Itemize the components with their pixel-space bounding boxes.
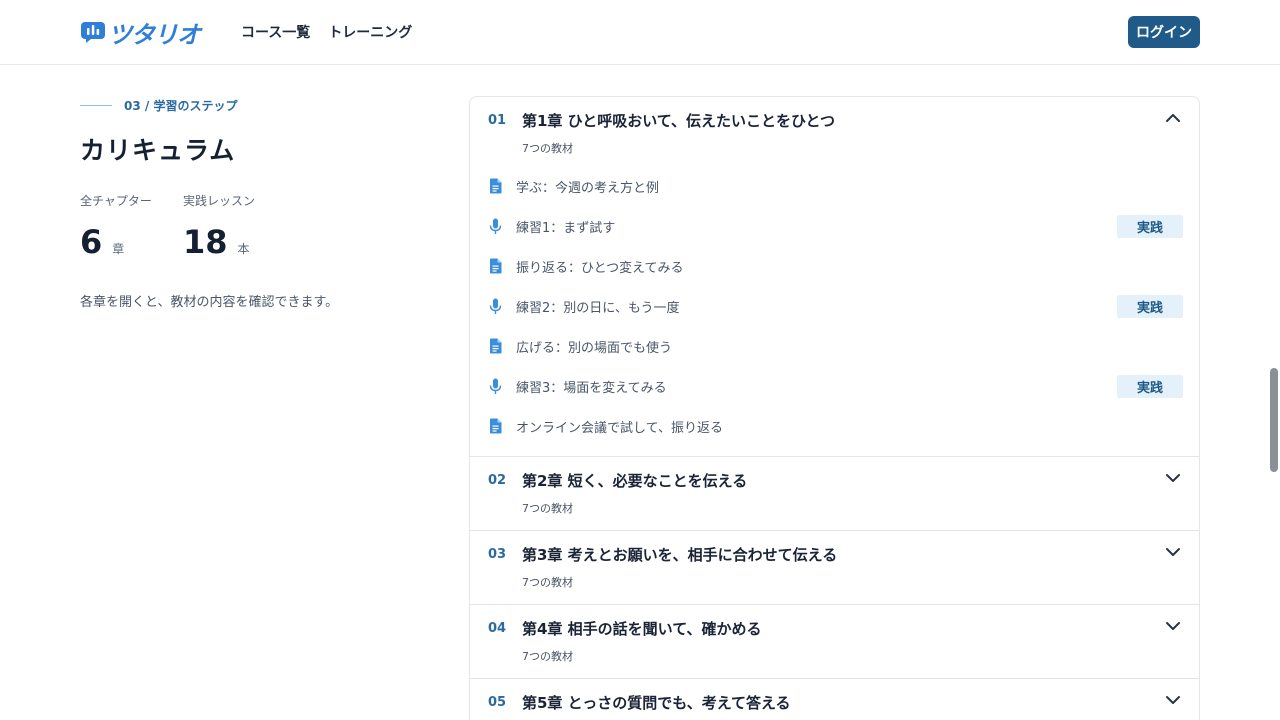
- lesson-label: 練習2：別の日に、もう一度: [516, 300, 680, 316]
- lesson-list: 学ぶ：今週の考え方と例 練習1：まず試す 実践 振り返る：ひとつ変えてみる 練習…: [470, 166, 1199, 456]
- stat-number: 18: [183, 223, 228, 261]
- chapter-item: 02 第2章 短く、必要なことを伝える 7つの教材: [470, 457, 1199, 531]
- document-icon: [488, 337, 502, 355]
- lesson-item[interactable]: 練習2：別の日に、もう一度 実践: [486, 286, 1183, 326]
- practice-badge: 実践: [1117, 375, 1183, 398]
- chapter-number: 03: [488, 547, 507, 562]
- chapter-title: 第2章 短く、必要なことを伝える: [522, 472, 748, 490]
- chapter-item: 04 第4章 相手の話を聞いて、確かめる 7つの教材: [470, 605, 1199, 679]
- chapter-header[interactable]: 03 第3章 考えとお願いを、相手に合わせて伝える 7つの教材: [470, 531, 1199, 604]
- practice-badge: 実践: [1117, 215, 1183, 238]
- chapter-count: 7つの教材: [522, 142, 573, 155]
- chapter-header[interactable]: 01 第1章 ひと呼吸おいて、伝えたいことをひとつ 7つの教材: [470, 97, 1199, 170]
- chapter-number: 05: [488, 695, 507, 710]
- chapter-number: 04: [488, 621, 507, 636]
- stat-value: 18 本: [183, 223, 255, 261]
- stat-label: 実践レッスン: [183, 194, 256, 208]
- stat-number: 6: [80, 223, 103, 261]
- microphone-icon: [488, 217, 502, 235]
- section-eyebrow: 03 / 学習のステップ: [80, 97, 237, 114]
- chapter-title: 第3章 考えとお願いを、相手に合わせて伝える: [522, 546, 838, 564]
- microphone-icon: [488, 297, 502, 315]
- chapter-title: 第1章 ひと呼吸おいて、伝えたいことをひとつ: [522, 112, 835, 130]
- stat-lessons: 実践レッスン 18 本: [183, 192, 255, 261]
- stat-unit: 章: [112, 242, 125, 256]
- stat-chapters: 全チャプター 6 章: [80, 192, 152, 261]
- chapter-item: 05 第5章 とっさの質問でも、考えて答える: [470, 679, 1199, 720]
- chapter-item: 03 第3章 考えとお願いを、相手に合わせて伝える 7つの教材: [470, 531, 1199, 605]
- main-nav: コース一覧 トレーニング: [241, 22, 412, 42]
- chapter-number: 02: [488, 473, 507, 488]
- lesson-item[interactable]: 振り返る：ひとつ変えてみる: [486, 246, 1183, 286]
- chevron-down-icon[interactable]: [1163, 471, 1183, 485]
- chapter-title: 第5章 とっさの質問でも、考えて答える: [522, 694, 791, 712]
- lesson-item[interactable]: オンライン会議で試して、振り返る: [486, 406, 1183, 446]
- lesson-label: 練習1：まず試す: [516, 220, 616, 236]
- chevron-down-icon[interactable]: [1163, 545, 1183, 559]
- lesson-label: 広げる：別の場面でも使う: [516, 340, 673, 356]
- chapter-header[interactable]: 02 第2章 短く、必要なことを伝える 7つの教材: [470, 457, 1199, 530]
- nav-course-list[interactable]: コース一覧: [241, 22, 310, 42]
- chapter-title: 第4章 相手の話を聞いて、確かめる: [522, 620, 762, 638]
- eyebrow-divider: [80, 105, 112, 106]
- lesson-item[interactable]: 学ぶ：今週の考え方と例: [486, 166, 1183, 206]
- lesson-label: 学ぶ：今週の考え方と例: [516, 180, 660, 196]
- chevron-down-icon[interactable]: [1163, 693, 1183, 707]
- chapter-count: 7つの教材: [522, 650, 573, 663]
- document-icon: [488, 417, 502, 435]
- nav-training[interactable]: トレーニング: [328, 22, 412, 42]
- chapter-header[interactable]: 04 第4章 相手の話を聞いて、確かめる 7つの教材: [470, 605, 1199, 678]
- logo-mark-icon: [80, 20, 106, 44]
- stat-value: 6 章: [80, 223, 152, 261]
- microphone-icon: [488, 377, 502, 395]
- logo-text: ツタリオ: [108, 20, 201, 49]
- chapter-header[interactable]: 05 第5章 とっさの質問でも、考えて答える: [470, 679, 1199, 720]
- logo[interactable]: ツタリオ: [80, 17, 201, 49]
- practice-badge: 実践: [1117, 295, 1183, 318]
- chevron-down-icon[interactable]: [1163, 619, 1183, 633]
- stat-label: 全チャプター: [80, 194, 152, 208]
- curriculum-accordion: 01 第1章 ひと呼吸おいて、伝えたいことをひとつ 7つの教材 学ぶ：今週の考え…: [469, 96, 1200, 720]
- lesson-item[interactable]: 練習3：場面を変えてみる 実践: [486, 366, 1183, 406]
- chevron-up-icon[interactable]: [1163, 111, 1183, 125]
- chapter-count: 7つの教材: [522, 576, 573, 589]
- site-header: ツタリオ コース一覧 トレーニング ログイン: [0, 0, 1280, 65]
- lesson-label: オンライン会議で試して、振り返る: [516, 420, 723, 436]
- section-note: 各章を開くと、教材の内容を確認できます。: [80, 295, 339, 310]
- eyebrow-text: 03 / 学習のステップ: [124, 99, 238, 113]
- lesson-label: 振り返る：ひとつ変えてみる: [516, 260, 684, 276]
- lesson-item[interactable]: 広げる：別の場面でも使う: [486, 326, 1183, 366]
- chapter-count: 7つの教材: [522, 502, 573, 515]
- page-title: カリキュラム: [80, 136, 236, 165]
- chapter-number: 01: [488, 113, 507, 128]
- document-icon: [488, 257, 502, 275]
- lesson-label: 練習3：場面を変えてみる: [516, 380, 667, 396]
- stat-unit: 本: [237, 242, 250, 256]
- page-scrollbar[interactable]: [1270, 368, 1278, 472]
- chapter-item: 01 第1章 ひと呼吸おいて、伝えたいことをひとつ 7つの教材 学ぶ：今週の考え…: [470, 97, 1199, 457]
- lesson-item[interactable]: 練習1：まず試す 実践: [486, 206, 1183, 246]
- login-button[interactable]: ログイン: [1128, 16, 1200, 48]
- document-icon: [488, 177, 502, 195]
